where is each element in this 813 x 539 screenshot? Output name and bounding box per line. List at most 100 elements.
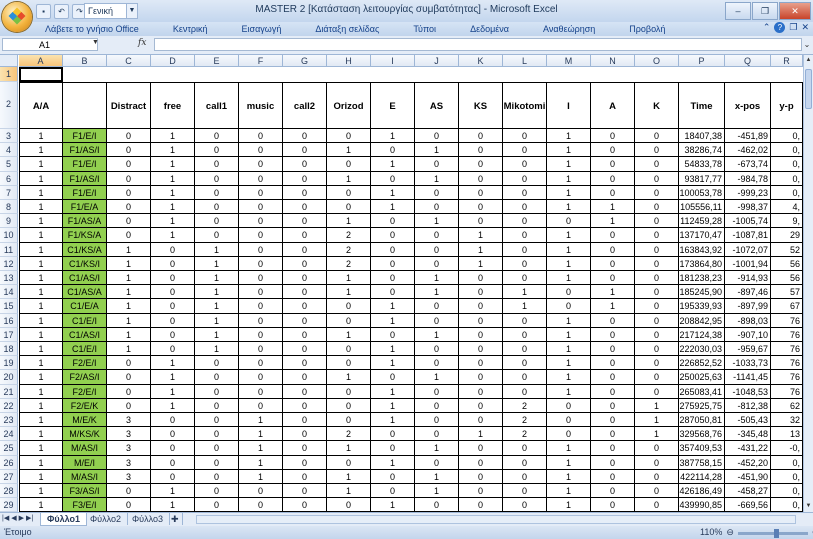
table-cell[interactable]: 1 <box>547 484 591 499</box>
table-cell[interactable]: 0, <box>771 455 803 470</box>
table-cell[interactable]: 0 <box>283 398 327 413</box>
table-cell[interactable]: 18407,38 <box>679 129 725 144</box>
table-cell[interactable]: 0 <box>283 427 327 442</box>
table-cell[interactable]: 0, <box>771 185 803 200</box>
table-cell[interactable]: 0 <box>239 384 283 399</box>
table-cell[interactable]: -452,20 <box>725 455 771 470</box>
table-cell[interactable]: 1 <box>547 370 591 385</box>
table-cell[interactable]: 1 <box>635 427 679 442</box>
table-cell[interactable]: 0 <box>371 242 415 257</box>
table-cell[interactable]: 357409,53 <box>679 441 725 456</box>
table-cell[interactable]: 1 <box>371 157 415 172</box>
header-cell-q[interactable]: x-pos <box>725 82 771 129</box>
table-cell[interactable]: 265083,41 <box>679 384 725 399</box>
row-header-7[interactable]: 7 <box>0 185 18 200</box>
table-cell[interactable]: 1 <box>547 384 591 399</box>
table-cell[interactable]: 0 <box>371 271 415 286</box>
table-cell[interactable]: 1 <box>547 356 591 371</box>
table-cell[interactable]: 0 <box>107 129 151 144</box>
table-cell[interactable]: 62 <box>771 398 803 413</box>
table-cell[interactable]: 0 <box>195 498 239 512</box>
row-header-5[interactable]: 5 <box>0 157 18 172</box>
table-cell[interactable]: 1 <box>371 398 415 413</box>
table-cell[interactable]: 0 <box>327 129 371 144</box>
name-box[interactable]: A1 <box>2 38 98 51</box>
table-cell[interactable]: 105556,11 <box>679 200 725 215</box>
table-cell[interactable]: C1/AS/I <box>63 327 107 342</box>
table-cell[interactable]: 1 <box>107 327 151 342</box>
table-cell[interactable]: 329568,76 <box>679 427 725 442</box>
table-cell[interactable]: 112459,28 <box>679 214 725 229</box>
table-cell[interactable]: 0 <box>503 342 547 357</box>
row-header-3[interactable]: 3 <box>0 129 18 144</box>
table-cell[interactable]: 0 <box>239 256 283 271</box>
table-cell[interactable]: 217124,38 <box>679 327 725 342</box>
table-cell[interactable]: 0 <box>635 299 679 314</box>
table-cell[interactable]: 100053,78 <box>679 185 725 200</box>
table-cell[interactable]: 1 <box>371 200 415 215</box>
table-cell[interactable]: F1/E/I <box>63 129 107 144</box>
table-cell[interactable]: 0 <box>459 398 503 413</box>
table-cell[interactable]: -462,02 <box>725 143 771 158</box>
header-cell-h[interactable]: Orizod <box>327 82 371 129</box>
table-cell[interactable]: 76 <box>771 356 803 371</box>
table-cell[interactable]: 0 <box>107 356 151 371</box>
table-cell[interactable]: -897,46 <box>725 285 771 300</box>
table-cell[interactable]: 0 <box>327 342 371 357</box>
table-cell[interactable]: 0 <box>503 313 547 328</box>
header-cell-r[interactable]: y-p <box>771 82 803 129</box>
table-cell[interactable]: -673,74 <box>725 157 771 172</box>
table-cell[interactable]: 0 <box>591 157 635 172</box>
table-cell[interactable]: 2 <box>327 427 371 442</box>
table-cell[interactable]: 0 <box>151 242 195 257</box>
zoom-slider[interactable] <box>737 528 808 538</box>
column-header-m[interactable]: M <box>547 55 591 67</box>
table-cell[interactable]: 0 <box>415 129 459 144</box>
table-cell[interactable]: 0 <box>415 157 459 172</box>
table-cell[interactable]: 0 <box>107 228 151 243</box>
table-cell[interactable]: 0 <box>459 441 503 456</box>
row-header-29[interactable]: 29 <box>0 498 18 512</box>
table-cell[interactable]: 1 <box>371 384 415 399</box>
table-cell[interactable]: 0 <box>195 469 239 484</box>
table-cell[interactable]: 0 <box>591 327 635 342</box>
table-cell[interactable]: 1 <box>591 200 635 215</box>
table-cell[interactable]: 275925,75 <box>679 398 725 413</box>
table-cell[interactable]: 387758,15 <box>679 455 725 470</box>
table-cell[interactable]: 0 <box>195 157 239 172</box>
table-cell[interactable]: -1033,73 <box>725 356 771 371</box>
table-cell[interactable]: 1 <box>19 356 63 371</box>
table-cell[interactable]: 0 <box>283 469 327 484</box>
table-cell[interactable]: 0 <box>635 484 679 499</box>
header-cell-g[interactable]: call2 <box>283 82 327 129</box>
table-cell[interactable]: 0 <box>195 370 239 385</box>
table-cell[interactable]: 1 <box>371 498 415 512</box>
row-header-24[interactable]: 24 <box>0 427 18 442</box>
table-cell[interactable]: 76 <box>771 327 803 342</box>
table-cell[interactable]: 0 <box>283 342 327 357</box>
table-cell[interactable]: 0 <box>327 356 371 371</box>
table-cell[interactable]: 1 <box>239 469 283 484</box>
table-cell[interactable]: 0 <box>635 143 679 158</box>
table-cell[interactable]: F3/AS/I <box>63 484 107 499</box>
table-cell[interactable]: 0 <box>239 285 283 300</box>
table-cell[interactable]: 0 <box>459 185 503 200</box>
table-cell[interactable]: 1 <box>151 157 195 172</box>
maximize-button[interactable]: ❐ <box>752 2 778 20</box>
table-cell[interactable]: 0 <box>503 484 547 499</box>
table-cell[interactable]: 0 <box>503 271 547 286</box>
table-cell[interactable]: 1 <box>19 285 63 300</box>
close-button[interactable]: ✕ <box>779 2 811 20</box>
table-cell[interactable]: 1 <box>547 256 591 271</box>
row-header-1[interactable]: 1 <box>0 67 18 82</box>
table-cell[interactable]: 1 <box>547 455 591 470</box>
table-cell[interactable]: 1 <box>415 285 459 300</box>
zoom-level[interactable]: 110% <box>700 526 722 539</box>
table-cell[interactable]: 1 <box>371 313 415 328</box>
table-cell[interactable]: 0 <box>239 228 283 243</box>
table-cell[interactable]: 1 <box>327 171 371 186</box>
table-cell[interactable]: 208842,95 <box>679 313 725 328</box>
table-cell[interactable]: M/AS/I <box>63 441 107 456</box>
table-cell[interactable]: 57 <box>771 285 803 300</box>
table-cell[interactable]: 0 <box>635 256 679 271</box>
